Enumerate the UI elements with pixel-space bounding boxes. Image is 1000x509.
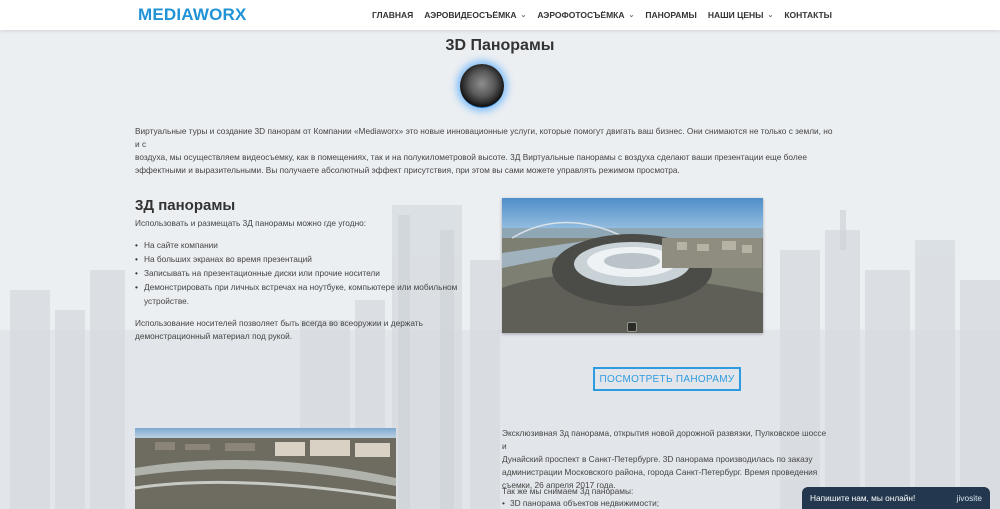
nav-item-label: АЭРОВИДЕОСЪЁМКА xyxy=(424,10,517,20)
intro-line: эффектными и выразительными. Вы получает… xyxy=(135,165,680,175)
intro-line: Виртуальные туры и создание 3D панорам о… xyxy=(135,126,833,149)
chevron-down-icon: ⌄ xyxy=(520,12,527,19)
usage-note: Использование носителей позволяет быть в… xyxy=(135,317,435,343)
nav-item-label: КОНТАКТЫ xyxy=(784,10,832,20)
section-title: 3Д панорамы xyxy=(135,197,236,214)
nav-item-panoramas[interactable]: ПАНОРАМЫ xyxy=(645,10,696,20)
intro-text: Виртуальные туры и создание 3D панорам о… xyxy=(135,125,835,177)
nav-item-prices[interactable]: НАШИ ЦЕНЫ ⌄ xyxy=(708,10,774,20)
nav-item-label: ПАНОРАМЫ xyxy=(645,10,697,20)
list-item: Записывать на презентационные диски или … xyxy=(135,266,460,280)
nav-item-label: ГЛАВНАЯ xyxy=(372,10,414,20)
list-item: 3D панорама объектов недвижимости; xyxy=(502,498,659,508)
intro-line: воздуха, мы осуществляем видеосъемку, ка… xyxy=(135,152,807,162)
desc-line: Эксклюзивная 3д панорама, открытия новой… xyxy=(502,428,827,451)
panorama-orb-icon xyxy=(460,64,504,108)
page-content: 3D Панорамы Виртуальные туры и создание … xyxy=(0,0,1000,509)
nav-item-label: АЭРОФОТОСЪЁМКА xyxy=(537,10,625,20)
chat-widget[interactable]: Напишите нам, мы онлайн! jivosite xyxy=(802,487,990,509)
view-panorama-button[interactable]: ПОСМОТРЕТЬ ПАНОРАМУ xyxy=(593,367,741,391)
stadium-panorama-photo[interactable] xyxy=(502,198,763,333)
note-line: Использование носителей позволяет быть в… xyxy=(135,318,423,328)
panorama-description: Эксклюзивная 3д панорама, открытия новой… xyxy=(502,427,832,492)
chevron-down-icon: ⌄ xyxy=(628,12,635,19)
panorama-control-icon[interactable] xyxy=(627,322,637,332)
page-title: 3D Панорамы xyxy=(445,37,555,54)
site-header: MEDIAWORX ГЛАВНАЯ АЭРОВИДЕОСЪЁМКА ⌄ АЭРО… xyxy=(0,0,1000,30)
list-item: Демонстрировать при личных встречах на н… xyxy=(135,280,460,308)
chat-brand: jivosite xyxy=(956,493,982,503)
interchange-panorama-photo[interactable] xyxy=(135,428,396,509)
desc-line: администрации Московского района, города… xyxy=(502,467,818,477)
nav-item-aerial-photo[interactable]: АЭРОФОТОСЪЁМКА ⌄ xyxy=(537,10,634,20)
nav-item-home[interactable]: ГЛАВНАЯ xyxy=(372,10,413,20)
usage-lead: Использовать и размещать 3Д панорамы мож… xyxy=(135,218,367,228)
chat-label: Напишите нам, мы онлайн! xyxy=(810,493,916,503)
desc-line: Дунайский проспект в Санкт-Петербурге. 3… xyxy=(502,454,813,464)
also-lead: Так же мы снимаем 3д панорамы: xyxy=(502,486,634,496)
list-item: На больших экранах во время презентаций xyxy=(135,252,460,266)
usage-list: На сайте компании На больших экранах во … xyxy=(135,238,460,308)
nav-item-label: НАШИ ЦЕНЫ xyxy=(707,10,764,20)
main-nav: ГЛАВНАЯ АЭРОВИДЕОСЪЁМКА ⌄ АЭРОФОТОСЪЁМКА… xyxy=(361,0,832,30)
logo[interactable]: MEDIAWORX xyxy=(138,5,247,25)
nav-item-contacts[interactable]: КОНТАКТЫ xyxy=(784,10,832,20)
nav-item-aerial-video[interactable]: АЭРОВИДЕОСЪЁМКА ⌄ xyxy=(424,10,526,20)
list-item: На сайте компании xyxy=(135,238,460,252)
also-list: 3D панорама объектов недвижимости; xyxy=(502,498,659,508)
note-line: демонстрационный материал под рукой. xyxy=(135,331,293,341)
chevron-down-icon: ⌄ xyxy=(767,12,774,19)
